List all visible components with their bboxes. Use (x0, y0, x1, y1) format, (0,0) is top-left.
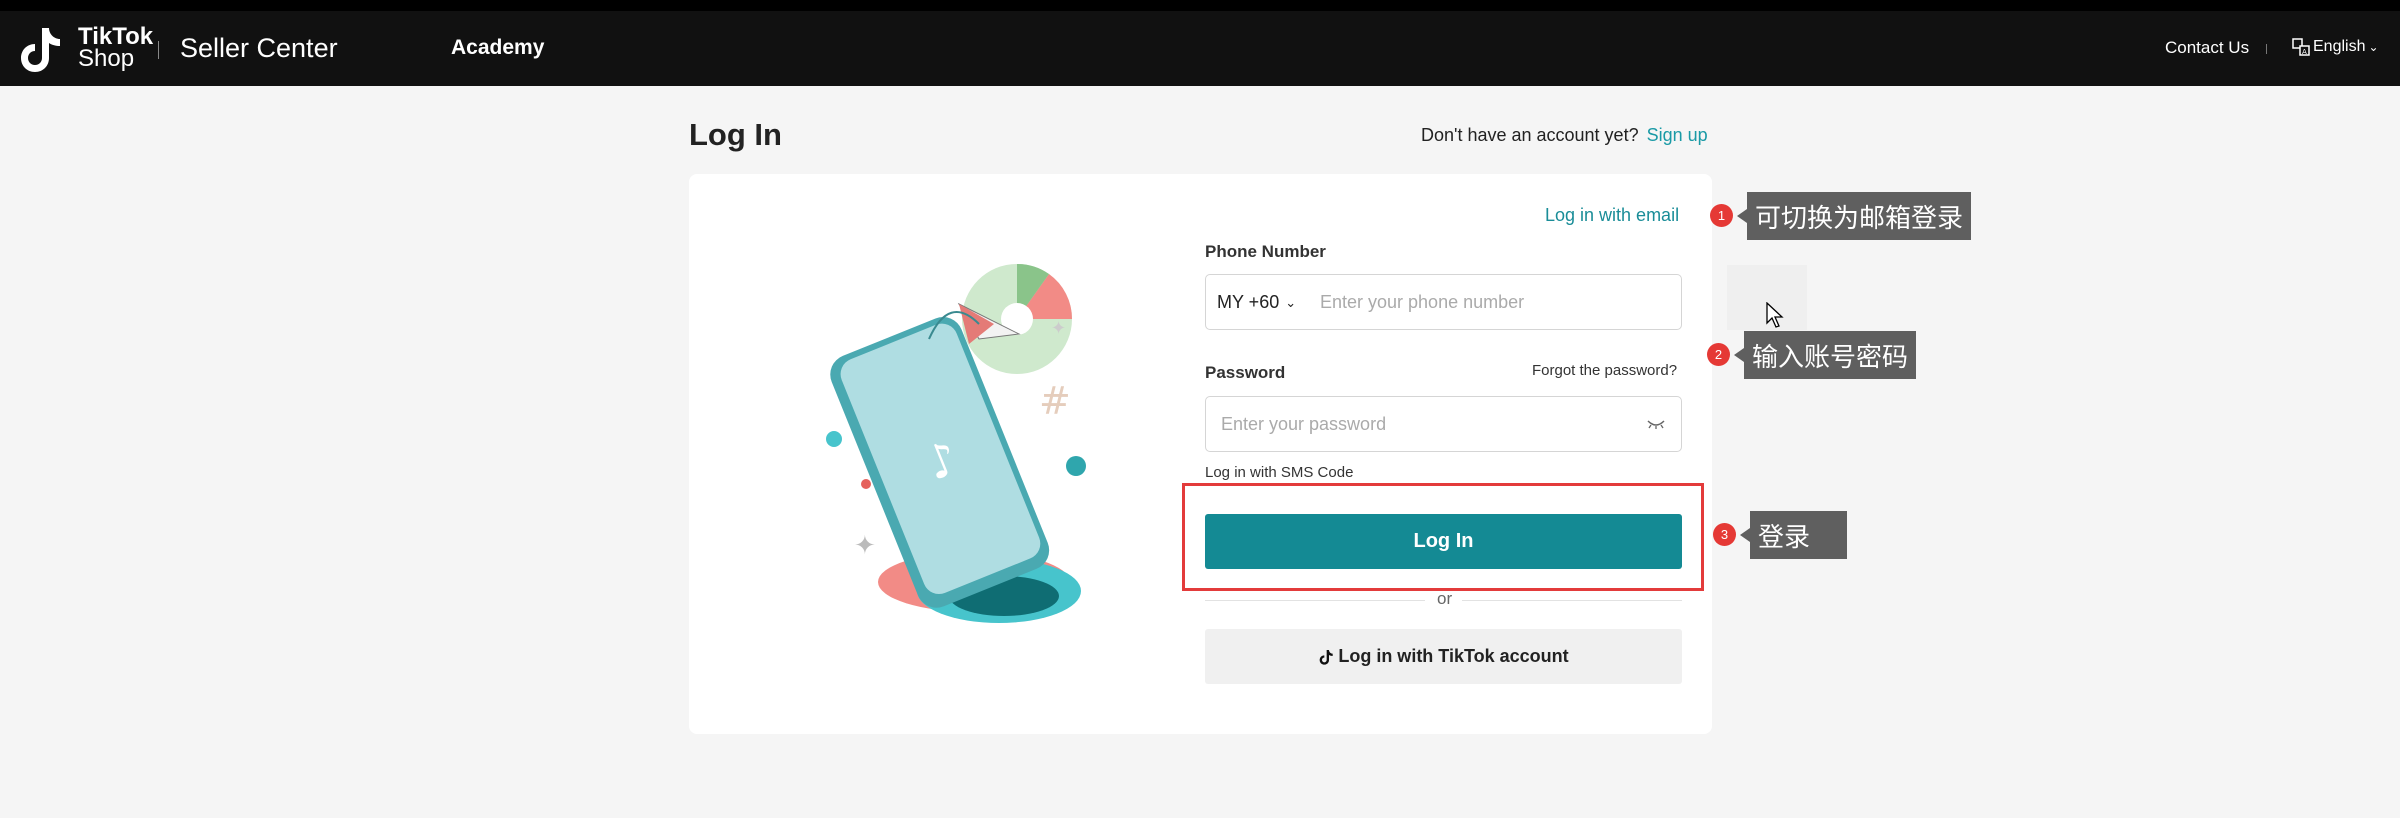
tiktok-icon (1319, 649, 1333, 665)
no-account-label: Don't have an account yet? (1421, 125, 1639, 145)
forgot-password-link[interactable]: Forgot the password? (1532, 362, 1677, 379)
annotation-badge-2: 2 (1707, 343, 1730, 366)
phone-number-field[interactable]: MY +60 ⌄ Enter your phone number (1205, 274, 1682, 330)
translate-icon: A (2292, 38, 2310, 56)
phone-input-placeholder: Enter your phone number (1320, 292, 1525, 312)
svg-text:#: # (1039, 379, 1071, 423)
chevron-down-icon: ⌄ (1285, 294, 1297, 310)
password-input-placeholder: Enter your password (1221, 414, 1387, 434)
navbar: TikTok Shop Seller Center Academy Contac… (0, 11, 2400, 86)
annotation-label-1: 可切换为邮箱登录 (1736, 192, 1972, 240)
nav-divider-right (2266, 44, 2267, 54)
phone-illustration: ♪ # ✦ ✦ (826, 264, 1086, 623)
tiktok-shop-logo[interactable]: TikTok Shop (16, 24, 153, 74)
phone-number-label: Phone Number (1205, 242, 1326, 261)
sign-up-link[interactable]: Sign up (1647, 125, 1708, 145)
country-code-select[interactable]: MY +60 ⌄ (1217, 292, 1296, 313)
nav-contact-us[interactable]: Contact Us (2165, 38, 2249, 58)
or-separator: or (1433, 589, 1457, 609)
top-strip (0, 0, 2400, 11)
country-code-value: MY +60 (1217, 292, 1280, 312)
language-selector[interactable]: A English ⌄ (2292, 38, 2379, 56)
svg-text:✦: ✦ (1051, 318, 1066, 339)
login-with-email-link[interactable]: Log in with email (1545, 205, 1679, 226)
svg-text:✦: ✦ (854, 531, 876, 561)
svg-text:A: A (2302, 48, 2307, 56)
annotation-label-3: 登录 (1740, 511, 1847, 559)
nav-divider (158, 41, 159, 59)
login-with-sms-link[interactable]: Log in with SMS Code (1205, 464, 1353, 481)
nav-academy[interactable]: Academy (451, 36, 544, 60)
tiktok-button-label: Log in with TikTok account (1338, 646, 1569, 666)
page-title: Log In (689, 117, 782, 152)
chevron-down-icon: ⌄ (2368, 40, 2379, 54)
annotation-badge-1: 1 (1710, 204, 1733, 227)
mouse-cursor-icon (1766, 302, 1784, 328)
no-account-text: Don't have an account yet? Sign up (1421, 125, 1708, 146)
language-label: English (2313, 38, 2366, 55)
eye-closed-icon[interactable] (1646, 417, 1666, 431)
or-divider-left (1205, 600, 1425, 601)
annotation-label-2: 输入账号密码 (1733, 331, 1917, 379)
or-divider-right (1462, 600, 1682, 601)
login-with-tiktok-button[interactable]: Log in with TikTok account (1205, 629, 1682, 684)
password-field[interactable]: Enter your password (1205, 396, 1682, 452)
tiktok-note-icon (21, 28, 60, 72)
brand-title: Seller Center (180, 33, 338, 63)
login-highlight-box (1182, 483, 1704, 591)
annotation-badge-3: 3 (1713, 523, 1736, 546)
password-label: Password (1205, 363, 1286, 382)
logo-line-2: Shop (78, 45, 135, 72)
